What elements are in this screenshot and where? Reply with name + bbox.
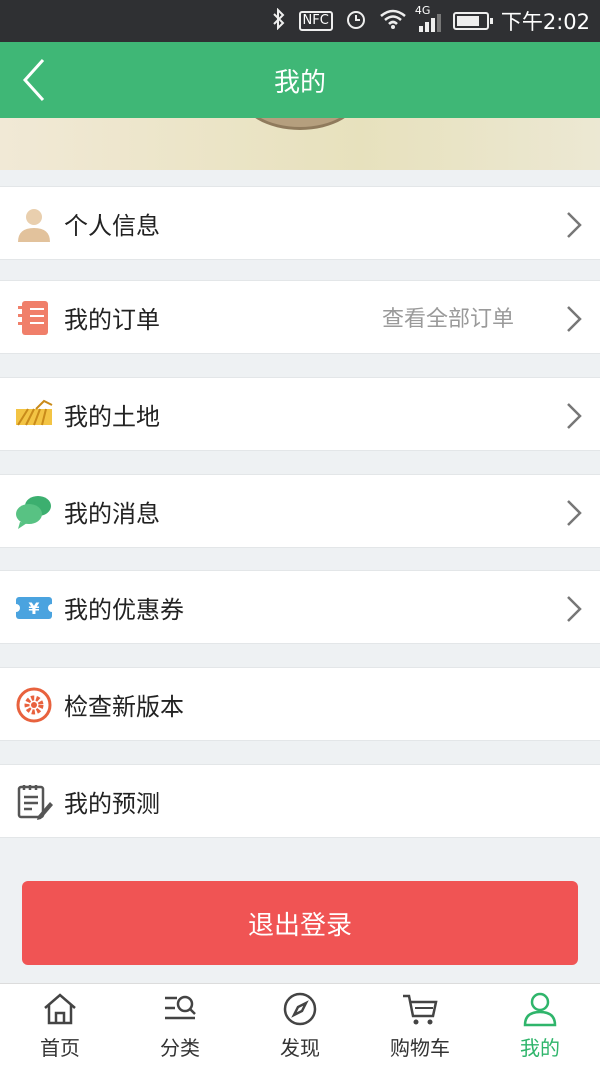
menu-item-my-orders[interactable]: 我的订单 查看全部订单 bbox=[0, 280, 600, 354]
view-all-orders-link[interactable]: 查看全部订单 bbox=[382, 301, 514, 333]
logout-label: 退出登录 bbox=[247, 910, 352, 941]
forecast-note-icon bbox=[14, 782, 54, 822]
tab-home[interactable]: 首页 bbox=[0, 984, 120, 1067]
tab-mine[interactable]: 我的 bbox=[480, 984, 600, 1067]
bottom-tab-bar: 首页 分类 发现 购物车 我的 bbox=[0, 983, 600, 1067]
network-type-label: 4G bbox=[414, 4, 431, 17]
coupon-icon: ¥ bbox=[14, 588, 54, 628]
tab-label: 分类 bbox=[160, 1036, 200, 1060]
menu-item-my-coupons[interactable]: ¥ 我的优惠券 bbox=[0, 570, 600, 644]
category-search-icon bbox=[165, 995, 196, 1020]
nfc-icon: NFC bbox=[298, 11, 333, 31]
wifi-icon bbox=[379, 8, 407, 35]
avatar[interactable] bbox=[240, 118, 360, 130]
tab-label: 购物车 bbox=[390, 1036, 450, 1060]
tab-label: 首页 bbox=[40, 1036, 80, 1060]
menu-item-label: 我的预测 bbox=[64, 789, 160, 818]
signal-4g-icon: 4G bbox=[415, 4, 441, 32]
menu-item-my-land[interactable]: 我的土地 bbox=[0, 377, 600, 451]
person-icon bbox=[14, 204, 54, 244]
battery-icon bbox=[452, 12, 493, 30]
status-time: 下午2:02 bbox=[500, 10, 590, 34]
alarm-icon bbox=[345, 8, 367, 35]
page-title: 我的 bbox=[273, 67, 326, 98]
tab-discover[interactable]: 发现 bbox=[240, 984, 360, 1067]
coupon-symbol: ¥ bbox=[28, 598, 40, 618]
menu-item-label: 我的消息 bbox=[64, 499, 160, 528]
chevron-right-icon bbox=[567, 596, 582, 622]
chat-bubble-icon bbox=[14, 492, 54, 532]
menu-item-label: 我的土地 bbox=[64, 402, 160, 431]
chevron-right-icon bbox=[567, 212, 582, 238]
chevron-right-icon bbox=[567, 500, 582, 526]
tab-label: 我的 bbox=[520, 1036, 560, 1060]
menu-item-check-update[interactable]: 检查新版本 bbox=[0, 667, 600, 741]
tab-label: 发现 bbox=[280, 1036, 320, 1060]
header-bar: 我的 bbox=[0, 42, 600, 118]
status-bar: NFC 4G 下午2:02 bbox=[0, 0, 600, 42]
profile-banner bbox=[0, 118, 600, 170]
update-gear-icon bbox=[14, 685, 54, 725]
home-icon bbox=[44, 993, 76, 1025]
compass-icon bbox=[283, 992, 317, 1026]
chevron-right-icon bbox=[567, 306, 582, 332]
tab-category[interactable]: 分类 bbox=[120, 984, 240, 1067]
notebook-icon bbox=[14, 298, 54, 338]
menu-item-label: 检查新版本 bbox=[64, 692, 184, 721]
field-icon bbox=[14, 395, 54, 435]
menu-item-label: 个人信息 bbox=[64, 211, 160, 240]
tab-cart[interactable]: 购物车 bbox=[360, 984, 480, 1067]
cart-icon bbox=[403, 994, 438, 1025]
bluetooth-icon bbox=[271, 7, 287, 35]
user-icon bbox=[523, 992, 557, 1027]
menu-item-personal-info[interactable]: 个人信息 bbox=[0, 186, 600, 260]
chevron-left-icon bbox=[22, 58, 45, 102]
chevron-right-icon bbox=[567, 403, 582, 429]
menu-item-my-messages[interactable]: 我的消息 bbox=[0, 474, 600, 548]
menu-item-label: 我的优惠券 bbox=[64, 595, 184, 624]
back-button[interactable] bbox=[14, 54, 54, 106]
menu-item-my-forecast[interactable]: 我的预测 bbox=[0, 764, 600, 838]
logout-button[interactable]: 退出登录 bbox=[22, 881, 578, 965]
menu-item-label: 我的订单 bbox=[64, 305, 160, 334]
